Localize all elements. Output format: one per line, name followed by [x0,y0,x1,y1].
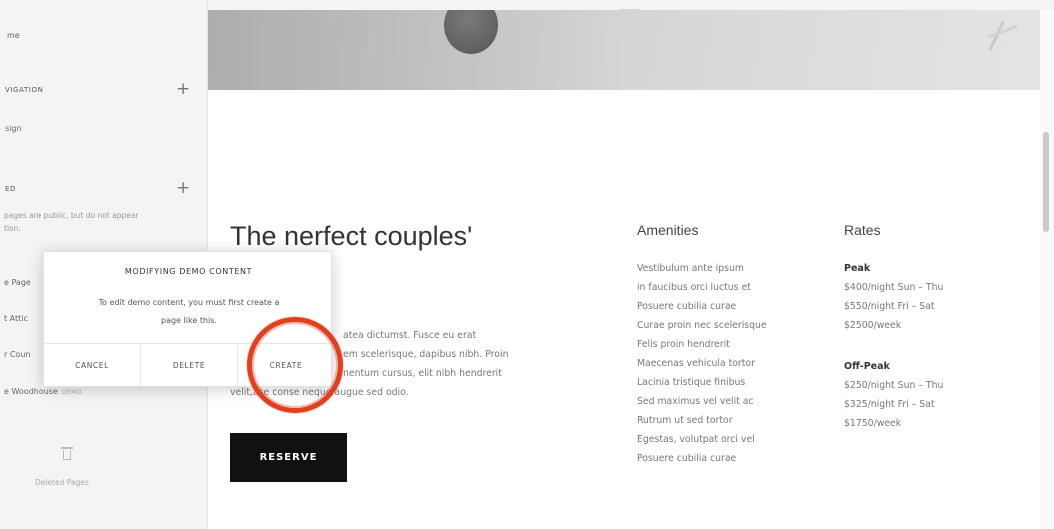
delete-button[interactable]: DELETE [141,344,237,387]
amenity-item: Vestibulum ante ipsum [637,263,744,274]
dialog-title: MODIFYING DEMO CONTENT [124,267,253,276]
offpeak-rate: $1750/week [844,418,902,429]
amenity-item: Posuere cubilia curae [637,453,737,464]
highlight-circle [247,317,343,413]
peak-rate: $400/night Sun – Thu [844,282,944,293]
amenity-item: Lacinia tristique finibus [637,377,746,388]
hidden-section-description-2: tion. [4,224,21,233]
peak-label: Peak [844,263,871,274]
demo-badge: DEMO [61,389,82,396]
offpeak-label: Off-Peak [844,361,890,372]
hidden-section-description: pages are public, but do not appear [4,211,139,220]
rates-heading: Rates [844,222,881,238]
hidden-section-heading: ED [5,185,17,193]
reserve-button[interactable]: RESERVE [230,433,347,482]
sidebar-item-attic[interactable]: t Attic [4,314,28,323]
amenity-item: Posuere cubilia curae [637,301,737,312]
sidebar-item-woodhouse-label: e Woodhouse [4,387,58,396]
dialog-message-line1: To edit demo content, you must first cre… [98,298,280,307]
peak-rate: $550/night Fri – Sat [844,301,935,312]
amenity-item: Egestas, volutpat orci vel [637,434,755,445]
trash-icon[interactable] [61,447,73,460]
scrollbar-track[interactable] [1040,10,1054,529]
sidebar-item-page[interactable]: e Page [4,278,31,287]
body-text-line: em scelerisque, dapibus nibh. Proin [343,349,509,360]
body-text-line: atea dictumst. Fusce eu erat [343,330,477,341]
body-text-line: nentum cursus, elit nibh hendrerit [343,368,502,379]
sidebar-item-woodhouse[interactable]: e Woodhouse DEMO [4,387,82,396]
add-hidden-page-plus-icon[interactable]: + [176,180,190,197]
amenity-item: Sed maximus vel velit ac [637,396,754,407]
offpeak-rate: $250/night Sun – Thu [844,380,944,391]
amenity-item: in faucibus orci luctus et [637,282,751,293]
sidebar-item-design[interactable]: sign [5,124,22,133]
amenity-item: Rutrum ut sed tortor [637,415,733,426]
sidebar-item-country[interactable]: r Coun [4,350,30,359]
peak-rate: $2500/week [844,320,902,331]
deleted-pages-link[interactable]: Deleted Pages [35,478,89,487]
amenity-item: Maecenas vehicula tortor [637,358,755,369]
amenity-item: Felis proin hendrerit [637,339,730,350]
page-heading: The nerfect couples' [230,221,473,251]
offpeak-rate: $325/night Fri – Sat [844,399,935,410]
screen: me VIGATION + sign ED + pages are public… [0,0,1054,529]
add-navigation-plus-icon[interactable]: + [176,81,190,98]
navigation-section-heading: VIGATION [5,86,44,94]
amenity-item: Curae proin nec scelerisque [637,320,767,331]
scrollbar-thumb[interactable] [1043,132,1049,232]
hero-image [208,10,1040,90]
amenities-heading: Amenities [637,222,699,238]
cancel-button[interactable]: CANCEL [44,344,140,387]
sidebar-item-home[interactable]: me [7,31,20,40]
